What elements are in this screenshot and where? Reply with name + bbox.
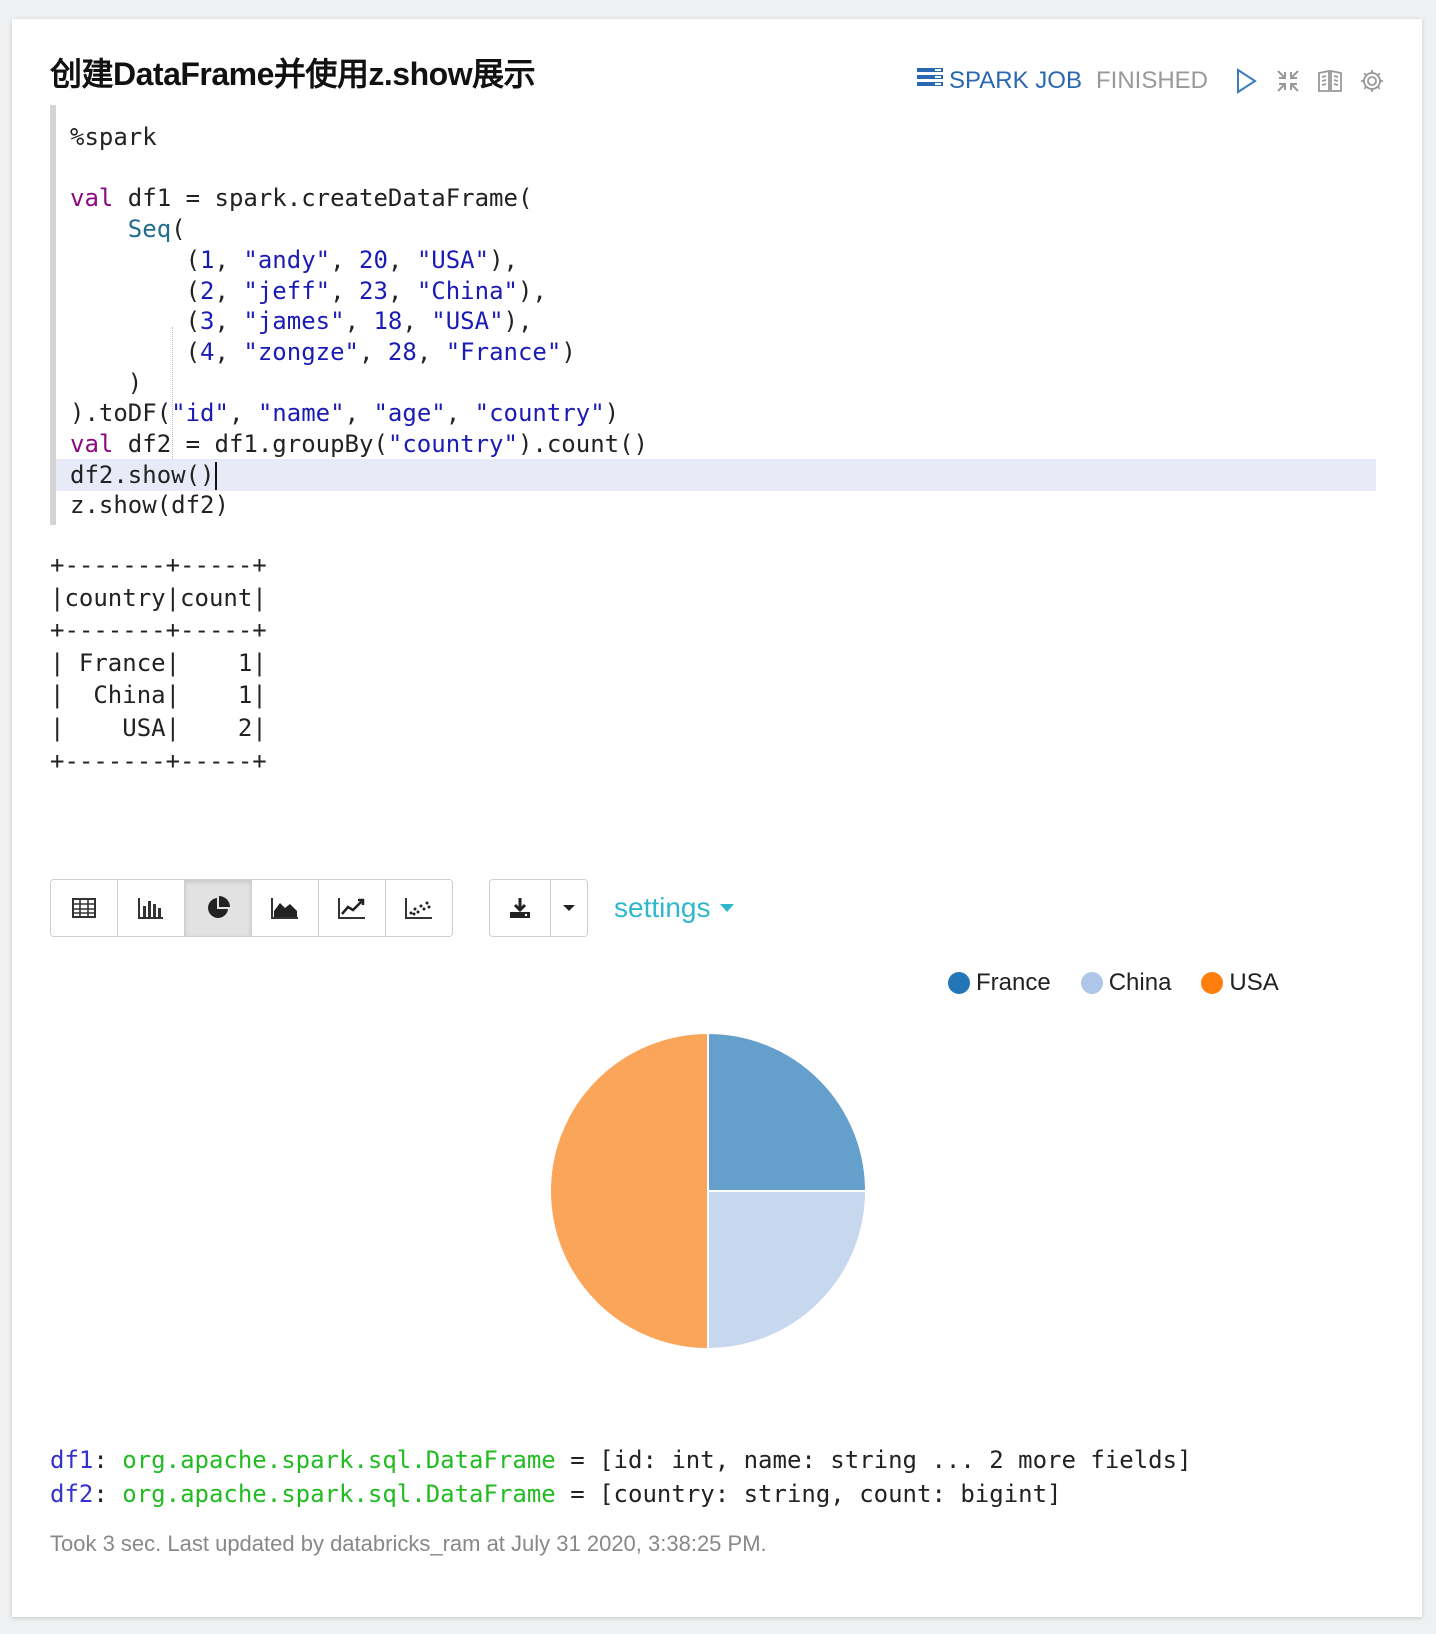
bar-chart-button[interactable] — [118, 880, 185, 936]
legend-item[interactable]: France — [948, 969, 1051, 997]
repl-schema-df2: [country: string, count: bigint] — [599, 1480, 1062, 1508]
legend-item[interactable]: China — [1080, 969, 1172, 997]
paragraph-status: FINISHED — [1095, 67, 1208, 94]
code-line[interactable]: df2.show() — [56, 458, 1376, 491]
legend-swatch — [948, 972, 970, 994]
pie-slice-usa[interactable] — [549, 1031, 709, 1351]
pie-chart-icon — [208, 896, 230, 918]
text-output: +-------+-----+ |country|count| +-------… — [50, 551, 267, 775]
gear-icon[interactable] — [1358, 67, 1386, 95]
download-icon — [510, 898, 530, 918]
run-icon[interactable] — [1232, 67, 1260, 95]
area-chart-button[interactable] — [252, 880, 319, 936]
line-chart-button[interactable] — [319, 880, 386, 936]
pie-slice-china[interactable] — [707, 1190, 868, 1351]
notebook-paragraph: 创建DataFrame并使用z.show展示 SPARK JOB FINISHE… — [12, 19, 1422, 1617]
scatter-chart-button[interactable] — [386, 880, 452, 936]
pie-slice-france[interactable] — [707, 1031, 868, 1192]
repl-output: df1: org.apache.spark.sql.DataFrame = [i… — [50, 1446, 1192, 1508]
download-button[interactable] — [490, 880, 551, 936]
bar-chart-icon — [138, 898, 163, 919]
pie-chart-button[interactable] — [185, 880, 252, 936]
book-icon[interactable] — [1316, 67, 1344, 95]
spark-job-icon — [917, 67, 944, 96]
code-line[interactable] — [56, 152, 1376, 184]
pie-chart — [549, 1031, 868, 1351]
download-options-button[interactable] — [551, 880, 587, 936]
caret-down-icon — [563, 905, 575, 911]
repl-var-df2: df2 — [50, 1480, 94, 1508]
table-view-button[interactable] — [51, 880, 118, 936]
spark-job-link[interactable]: SPARK JOB — [917, 67, 1082, 96]
scatter-chart-icon — [405, 898, 432, 919]
chart-type-group — [50, 879, 453, 937]
paragraph-toolbar: SPARK JOB FINISHED — [917, 61, 1386, 101]
line-chart-icon — [338, 898, 365, 919]
code-line[interactable]: (3, "james", 18, "USA"), — [56, 305, 1376, 337]
table-icon — [72, 898, 96, 918]
caret-down-icon — [719, 904, 734, 912]
download-group — [489, 879, 588, 937]
legend-label: France — [976, 969, 1051, 996]
legend-swatch — [1201, 972, 1224, 994]
chart-legend: France China USA — [948, 969, 1279, 997]
repl-type-df2: org.apache.spark.sql.DataFrame — [122, 1480, 556, 1508]
code-line[interactable]: z.show(df2) — [56, 489, 1376, 521]
code-line[interactable]: (1, "andy", 20, "USA"), — [56, 244, 1376, 276]
code-line[interactable]: ).toDF("id", "name", "age", "country") — [56, 397, 1376, 429]
code-line[interactable]: ) — [56, 367, 1376, 399]
code-line[interactable]: %spark — [56, 121, 1376, 153]
code-line[interactable]: Seq( — [56, 213, 1376, 245]
repl-type-df1: org.apache.spark.sql.DataFrame — [122, 1446, 556, 1474]
legend-label: China — [1108, 969, 1172, 996]
code-line[interactable]: (2, "jeff", 23, "China"), — [56, 275, 1376, 307]
spark-job-label: SPARK JOB — [949, 67, 1082, 94]
paragraph-footer: Took 3 sec. Last updated by databricks_r… — [50, 1531, 767, 1556]
repl-schema-df1: [id: int, name: string ... 2 more fields… — [599, 1446, 1192, 1474]
settings-label: settings — [614, 892, 711, 923]
legend-swatch — [1080, 972, 1103, 994]
settings-toggle[interactable]: settings — [614, 892, 735, 924]
code-line[interactable]: val df2 = df1.groupBy("country").count() — [56, 428, 1376, 460]
legend-item[interactable]: USA — [1201, 969, 1279, 997]
legend-label: USA — [1229, 969, 1279, 996]
code-line[interactable]: val df1 = spark.createDataFrame( — [56, 182, 1376, 214]
paragraph-title[interactable]: 创建DataFrame并使用z.show展示 — [50, 49, 536, 95]
visualization-toolbar: settings — [50, 879, 735, 937]
code-editor[interactable]: %spark val df1 = spark.createDataFrame( S… — [50, 105, 1396, 525]
area-chart-icon — [271, 898, 298, 919]
repl-var-df1: df1 — [50, 1446, 94, 1474]
collapse-icon[interactable] — [1274, 67, 1302, 95]
code-line[interactable]: (4, "zongze", 28, "France") — [56, 336, 1376, 368]
